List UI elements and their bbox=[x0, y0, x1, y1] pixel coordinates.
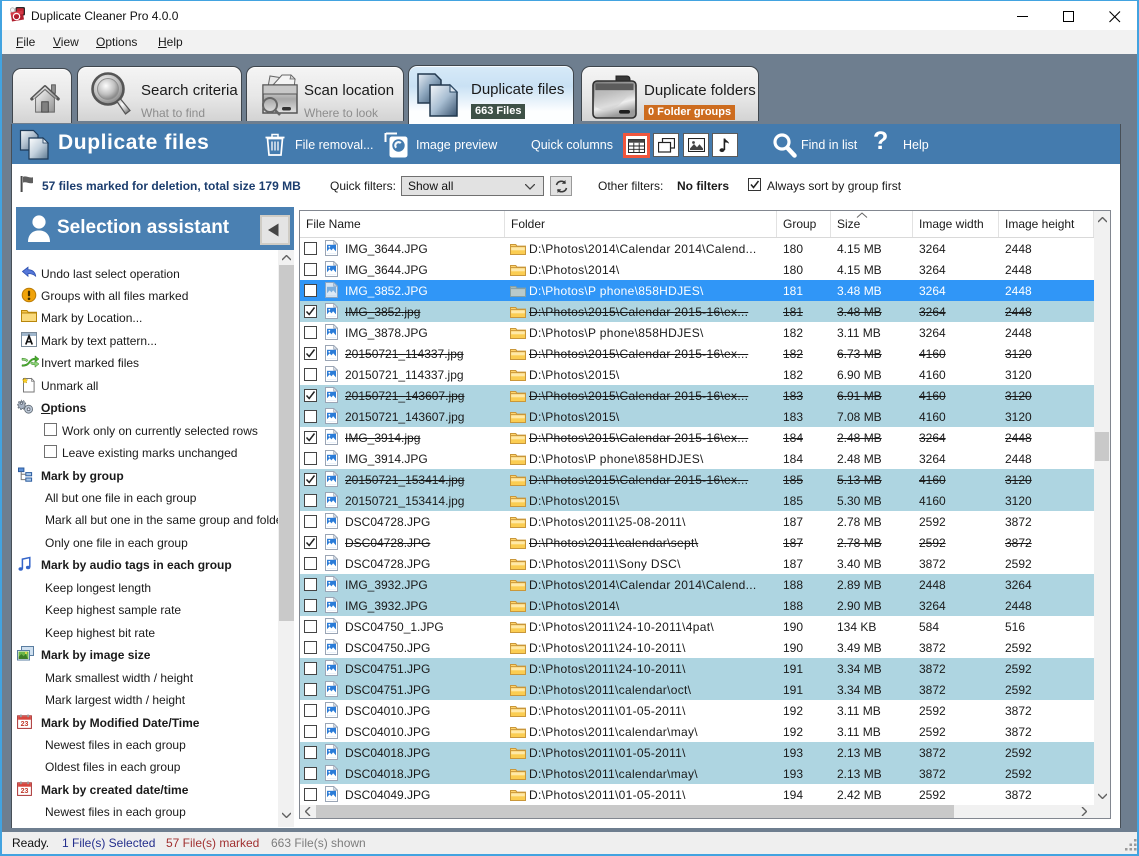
svg-text:23: 23 bbox=[21, 788, 29, 795]
svg-text:23: 23 bbox=[21, 721, 29, 728]
